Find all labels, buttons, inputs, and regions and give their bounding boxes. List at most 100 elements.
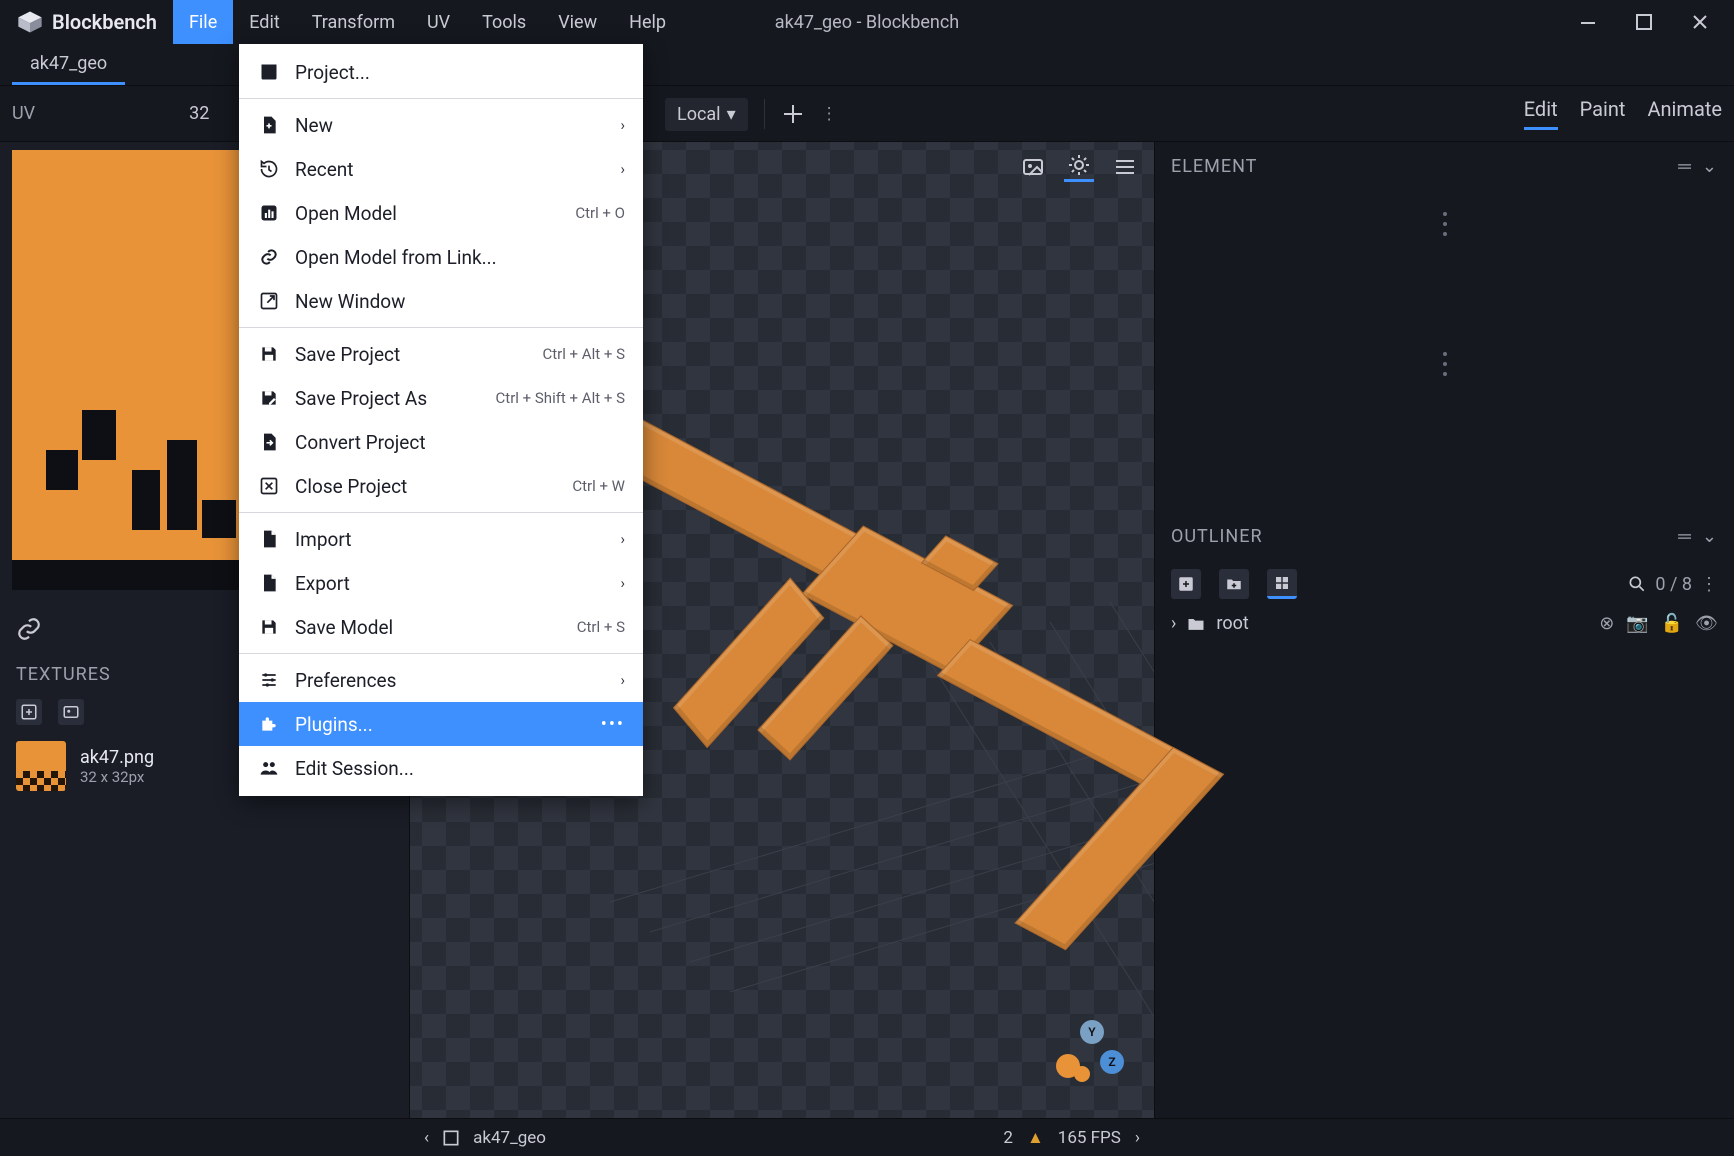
axis-z[interactable]: Z [1100, 1050, 1124, 1074]
uv-label: UV [12, 103, 35, 124]
menu-item-save-model[interactable]: Save ModelCtrl + S [239, 605, 643, 649]
overflow-dots-2[interactable] [1167, 339, 1722, 389]
uv-value: 32 [189, 103, 209, 124]
menu-edit[interactable]: Edit [233, 0, 295, 44]
search-icon[interactable] [1627, 574, 1647, 594]
menu-tools[interactable]: Tools [466, 0, 542, 44]
menu-item-export[interactable]: Export › [239, 561, 643, 605]
file-icon [257, 527, 281, 551]
app-logo: Blockbench [0, 8, 173, 36]
chevron-right-icon[interactable]: › [1135, 1128, 1140, 1148]
maximize-button[interactable] [1632, 10, 1656, 34]
center-tool-button[interactable] [781, 102, 805, 126]
chevron-right-icon: › [620, 574, 625, 592]
menu-item-label: Open Model from Link... [295, 246, 625, 269]
status-bar: ‹ ak47_geo 2 ▲ 165 FPS › [0, 1118, 1734, 1156]
menu-item-project[interactable]: Project... [239, 50, 643, 94]
sun-icon[interactable] [1064, 152, 1094, 182]
app-name: Blockbench [52, 10, 157, 34]
link-icon [257, 245, 281, 269]
right-sidebar: ELEMENT ═ ⌄ OUTLINER ═ ⌄ [1154, 142, 1734, 1118]
menu-separator [239, 327, 643, 328]
menu-item-recent[interactable]: Recent› [239, 147, 643, 191]
open-window-icon [257, 289, 281, 313]
collapse-icon[interactable]: ⌄ [1702, 526, 1718, 547]
menu-item-new-window[interactable]: New Window [239, 279, 643, 323]
menu-item-label: Convert Project [295, 431, 625, 454]
window-title: ak47_geo - Blockbench [775, 12, 959, 33]
model-icon [441, 1128, 461, 1148]
expand-icon[interactable]: › [1171, 613, 1176, 634]
close-button[interactable] [1688, 10, 1712, 34]
texture-name: ak47.png [80, 747, 154, 768]
menu-item-open-model-from-link[interactable]: Open Model from Link... [239, 235, 643, 279]
axis-y[interactable]: Y [1080, 1020, 1104, 1044]
tab-ak47-geo[interactable]: ak47_geo [12, 45, 125, 85]
lock-icon[interactable]: 🔓 [1661, 613, 1683, 634]
menu-item-preferences[interactable]: Preferences › [239, 658, 643, 702]
project-icon [257, 60, 281, 84]
save-icon [257, 342, 281, 366]
warning-icon[interactable]: ▲ [1027, 1128, 1044, 1148]
menu-icon[interactable] [1110, 152, 1140, 182]
toggle-button[interactable] [1267, 569, 1297, 599]
element-body [1155, 191, 1734, 512]
folder-icon [1186, 614, 1206, 634]
drag-handle-icon[interactable]: ═ [1678, 526, 1692, 547]
menu-file[interactable]: File [173, 0, 233, 44]
import-texture-button[interactable] [58, 699, 84, 725]
menu-item-label: Preferences [295, 669, 606, 692]
people-icon [257, 756, 281, 780]
mode-animate[interactable]: Animate [1647, 97, 1722, 130]
window-controls [1576, 10, 1734, 34]
menu-uv[interactable]: UV [411, 0, 466, 44]
image-icon[interactable] [1018, 152, 1048, 182]
menu-transform[interactable]: Transform [296, 0, 411, 44]
overflow-dots[interactable] [1167, 199, 1722, 249]
more-icon: ••• [601, 714, 625, 735]
menu-shortcut: Ctrl + Shift + Alt + S [496, 389, 625, 407]
space-selector[interactable]: Local ▾ [665, 98, 748, 131]
warning-count[interactable]: 2 [1003, 1128, 1013, 1148]
menu-item-convert-project[interactable]: Convert Project [239, 420, 643, 464]
save-as-icon [257, 386, 281, 410]
menu-item-label: New [295, 114, 606, 137]
overflow-dots[interactable]: ⋮ [1700, 574, 1718, 595]
menu-item-open-model[interactable]: Open ModelCtrl + O [239, 191, 643, 235]
collapse-icon[interactable]: ⌄ [1702, 156, 1718, 177]
target-icon[interactable]: ⊗ [1599, 613, 1614, 634]
add-cube-button[interactable] [1171, 569, 1201, 599]
chevron-left-icon[interactable]: ‹ [424, 1128, 429, 1148]
chevron-right-icon: › [620, 671, 625, 689]
element-panel-title: ELEMENT [1171, 156, 1257, 177]
mode-paint[interactable]: Paint [1580, 97, 1626, 130]
menu-item-label: Open Model [295, 202, 561, 225]
outliner-row-root[interactable]: › root ⊗ 📷 🔓 👁 [1155, 607, 1734, 640]
camera-icon[interactable]: 📷 [1626, 613, 1648, 634]
menu-item-plugins[interactable]: Plugins...••• [239, 702, 643, 746]
tool-dots-2[interactable]: ⋮ [821, 104, 838, 124]
save-icon [257, 615, 281, 639]
axis-origin [1074, 1066, 1090, 1082]
file-icon [257, 571, 281, 595]
title-bar: Blockbench File Edit Transform UV Tools … [0, 0, 1734, 44]
sliders-icon [257, 668, 281, 692]
menu-item-label: New Window [295, 290, 625, 313]
minimize-button[interactable] [1576, 10, 1600, 34]
axis-gizmo[interactable]: Y Z [1056, 1020, 1126, 1090]
mode-edit[interactable]: Edit [1524, 97, 1558, 130]
menu-item-save-project[interactable]: Save ProjectCtrl + Alt + S [239, 332, 643, 376]
menu-item-label: Export [295, 572, 606, 595]
menu-item-save-project-as[interactable]: Save Project AsCtrl + Shift + Alt + S [239, 376, 643, 420]
add-group-button[interactable] [1219, 569, 1249, 599]
menu-item-edit-session[interactable]: Edit Session... [239, 746, 643, 790]
menu-item-import[interactable]: Import› [239, 517, 643, 561]
add-texture-button[interactable] [16, 699, 42, 725]
menu-item-new[interactable]: New› [239, 103, 643, 147]
uv-canvas[interactable] [12, 150, 252, 590]
drag-handle-icon[interactable]: ═ [1678, 156, 1692, 177]
menu-item-close-project[interactable]: Close ProjectCtrl + W [239, 464, 643, 508]
eye-icon[interactable]: 👁 [1695, 613, 1718, 634]
menu-help[interactable]: Help [613, 0, 682, 44]
menu-view[interactable]: View [542, 0, 613, 44]
